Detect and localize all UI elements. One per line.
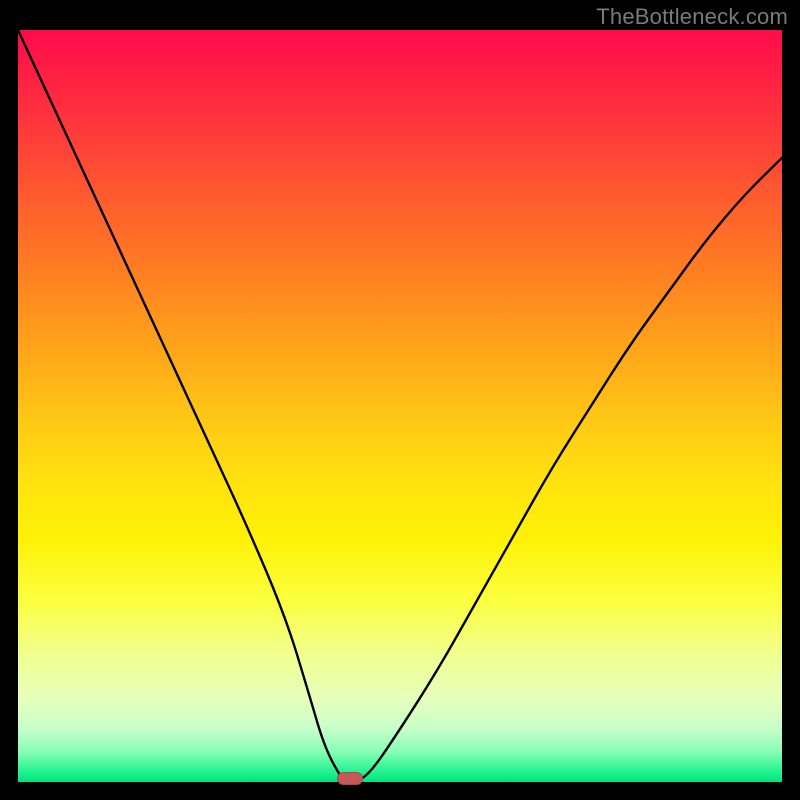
watermark-text: TheBottleneck.com <box>596 4 788 30</box>
bottleneck-curve <box>18 30 782 782</box>
optimum-marker <box>337 772 363 785</box>
plot-area <box>18 30 782 782</box>
chart-frame: TheBottleneck.com <box>0 0 800 800</box>
